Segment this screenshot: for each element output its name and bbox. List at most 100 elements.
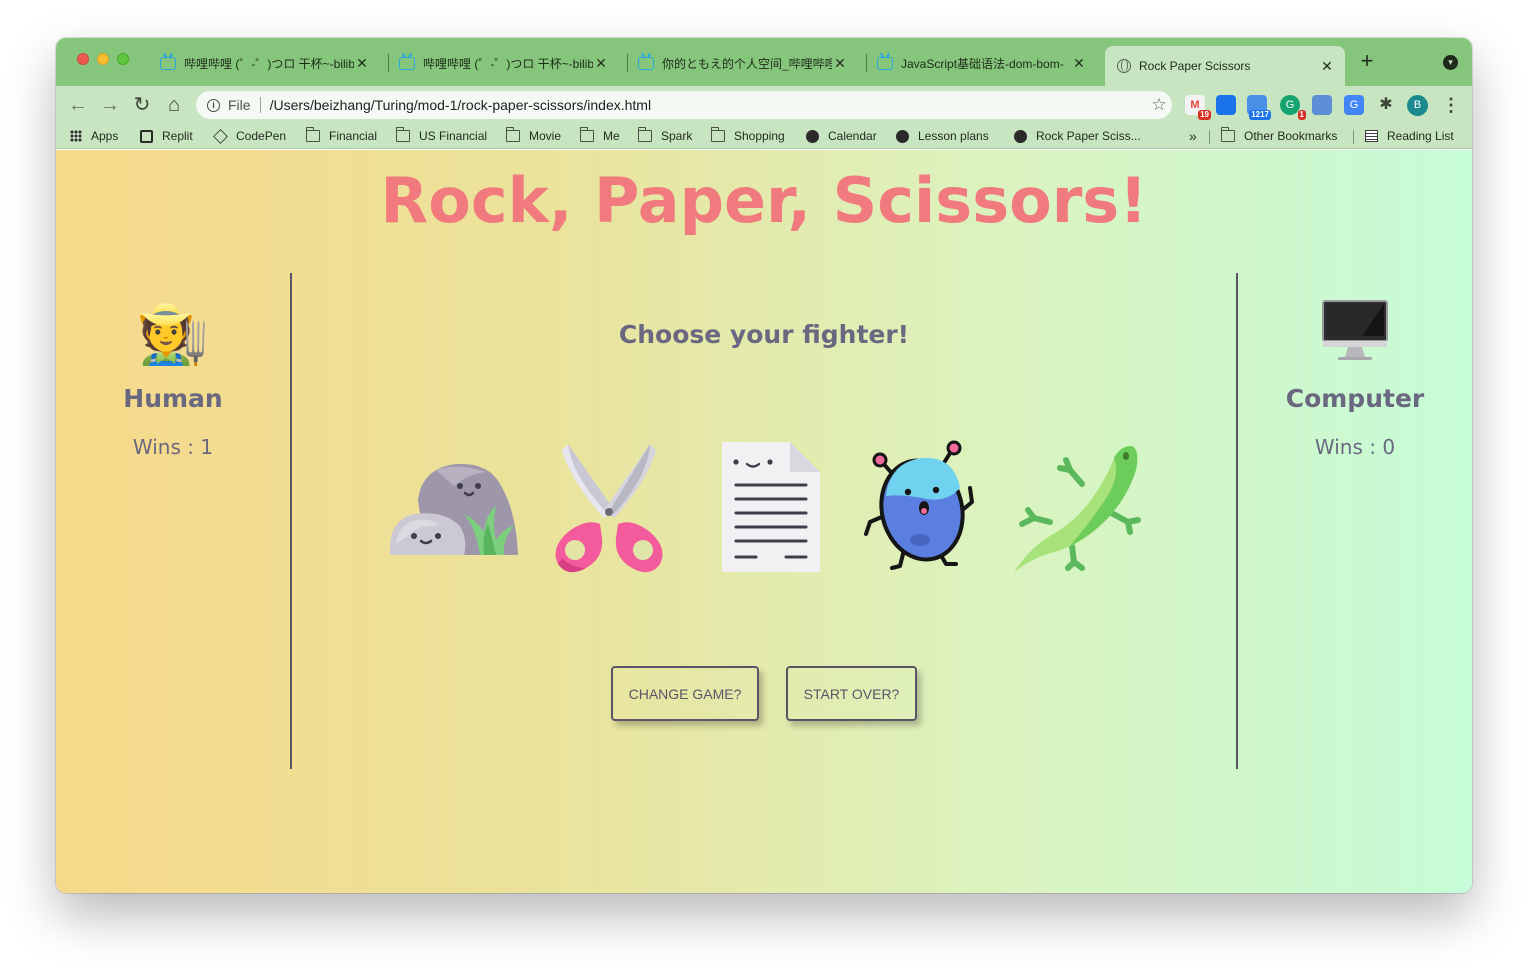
globe-icon [1117, 59, 1131, 73]
bookmark-separator [1353, 130, 1354, 144]
minimize-window-button[interactable] [97, 53, 109, 65]
tab-rock-paper-scissors[interactable]: Rock Paper Scissors ✕ [1105, 46, 1345, 86]
address-separator [259, 97, 261, 113]
lesson-plans-site-icon [896, 129, 909, 143]
bookmark-lesson-plans[interactable]: Lesson plans [896, 127, 989, 145]
bookmark-apps[interactable]: Apps [70, 127, 118, 145]
reload-button[interactable]: ↻ [130, 93, 154, 117]
back-button[interactable]: ← [66, 93, 90, 117]
folder-icon [1221, 127, 1235, 142]
bookmark-label: Shopping [734, 129, 785, 143]
tab-title: JavaScript基础语法-dom-bom- [901, 56, 1064, 71]
tab-search-icon[interactable]: ▾ [1443, 55, 1458, 70]
replit-icon [140, 129, 153, 143]
forward-button[interactable]: → [98, 93, 122, 117]
reading-list[interactable]: Reading List [1365, 127, 1454, 145]
paper-fighter-icon[interactable] [702, 440, 837, 575]
bilibili-icon [877, 56, 893, 70]
home-button[interactable]: ⌂ [162, 93, 186, 117]
profile-avatar[interactable]: B [1407, 95, 1428, 116]
bookmark-label: Financial [329, 129, 378, 143]
bookmark-star-icon[interactable]: ☆ [1146, 95, 1172, 115]
browser-window: 哔哩哔哩 (゜-゜)つロ 干杯~-bilibili ✕ 哔哩哔哩 (゜-゜)つロ… [56, 38, 1472, 893]
bookmark-rock-paper-scissors[interactable]: Rock Paper Sciss... [1014, 127, 1141, 145]
image-extension-icon[interactable] [1312, 95, 1332, 115]
info-icon[interactable]: i [207, 98, 220, 112]
human-wins: Wins : 1 [132, 435, 214, 459]
browser-menu-icon[interactable]: ⋮ [1442, 94, 1460, 116]
tab-bilibili-1[interactable]: 哔哩哔哩 (゜-゜)つロ 干杯~-bilibili ✕ [148, 46, 380, 80]
folder-icon [638, 127, 652, 142]
bookmark-label: US Financial [419, 129, 488, 143]
bookmark-movie[interactable]: Movie [506, 127, 561, 145]
rps-site-icon [1014, 129, 1027, 143]
close-icon[interactable]: ✕ [593, 55, 609, 72]
rock-fighter-icon[interactable] [388, 440, 523, 575]
close-icon[interactable]: ✕ [832, 55, 848, 72]
scissors-fighter-icon[interactable] [542, 440, 677, 575]
puzzle-extension-icon[interactable]: ✱ [1376, 95, 1396, 115]
tab-javascript[interactable]: JavaScript基础语法-dom-bom- ✕ [865, 46, 1097, 80]
bookmark-spark[interactable]: Spark [638, 127, 692, 145]
bookmark-us-financial[interactable]: US Financial [396, 127, 487, 145]
url-scheme: File [228, 97, 251, 113]
folder-icon [711, 127, 725, 142]
tab-title: 哔哩哔哩 (゜-゜)つロ 干杯~-bilibili [423, 56, 593, 71]
page-title: Rock, Paper, Scissors! [380, 164, 1148, 237]
change-game-button[interactable]: CHANGE GAME? [611, 666, 759, 721]
bookmark-replit[interactable]: Replit [140, 127, 193, 145]
tab-strip: 哔哩哔哩 (゜-゜)つロ 干杯~-bilibili ✕ 哔哩哔哩 (゜-゜)つロ… [56, 38, 1472, 86]
translate-extension-icon[interactable]: G [1344, 95, 1364, 115]
close-icon[interactable]: ✕ [1071, 55, 1087, 72]
bookmark-label: Reading List [1387, 129, 1454, 143]
bookmarks-bar: Apps Replit CodePen Financial US Financi… [56, 124, 1472, 149]
bookmark-label: Replit [162, 129, 193, 143]
close-icon[interactable]: ✕ [1319, 58, 1335, 75]
bookmark-label: Calendar [828, 129, 877, 143]
alien-fighter-icon[interactable] [856, 440, 991, 575]
bookmarks-overflow-button[interactable]: » [1189, 127, 1197, 145]
bookmark-separator [1209, 130, 1210, 144]
bilibili-icon [399, 56, 415, 70]
bookmark-label: Other Bookmarks [1244, 129, 1338, 143]
folder-icon [396, 127, 410, 142]
tab-title: 你的ともえ的个人空间_哔哩哔哩 [662, 56, 832, 71]
maximize-window-button[interactable] [117, 53, 129, 65]
tab-bilibili-2[interactable]: 哔哩哔哩 (゜-゜)つロ 干杯~-bilibili ✕ [387, 46, 619, 80]
bookmark-me[interactable]: Me [580, 127, 620, 145]
gmail-extension-icon[interactable]: M 19 [1185, 95, 1211, 120]
grammarly-extension-icon[interactable]: G1 [1280, 95, 1306, 120]
reading-list-icon [1365, 130, 1378, 142]
calendar-extension-icon[interactable] [1216, 95, 1236, 115]
codepen-icon [213, 128, 228, 144]
human-name: Human [123, 384, 223, 413]
bookmark-calendar[interactable]: Calendar [806, 127, 877, 145]
bilibili-icon [160, 56, 176, 70]
bookmark-codepen[interactable]: CodePen [213, 127, 287, 145]
url-text[interactable]: /Users/beizhang/Turing/mod-1/rock-paper-… [270, 97, 1146, 113]
bookmark-label: Rock Paper Sciss... [1036, 129, 1141, 143]
new-tab-button[interactable]: + [1356, 50, 1378, 73]
start-over-button[interactable]: START OVER? [786, 666, 917, 721]
other-bookmarks[interactable]: Other Bookmarks [1221, 127, 1337, 145]
tab-bilibili-space[interactable]: 你的ともえ的个人空间_哔哩哔哩 ✕ [626, 46, 858, 80]
bookmark-financial[interactable]: Financial [306, 127, 377, 145]
tab-title: 哔哩哔哩 (゜-゜)つロ 干杯~-bilibili [184, 56, 354, 71]
counter-extension-icon[interactable]: 1217 [1247, 95, 1271, 120]
browser-toolbar: ← → ↻ ⌂ i File /Users/beizhang/Turing/mo… [56, 86, 1472, 124]
address-bar[interactable]: i File /Users/beizhang/Turing/mod-1/rock… [196, 91, 1172, 119]
bookmark-label: Apps [91, 129, 119, 143]
bookmark-label: Spark [661, 129, 693, 143]
bookmark-label: CodePen [236, 129, 287, 143]
apps-icon [70, 130, 82, 142]
folder-icon [306, 127, 320, 142]
bilibili-icon [638, 56, 654, 70]
bookmark-shopping[interactable]: Shopping [711, 127, 785, 145]
close-window-button[interactable] [77, 53, 89, 65]
close-icon[interactable]: ✕ [354, 55, 370, 72]
calendar-site-icon [806, 129, 819, 143]
lizard-fighter-icon[interactable] [1010, 440, 1145, 575]
computer-wins: Wins : 0 [1314, 435, 1396, 459]
bookmark-label: Me [603, 129, 620, 143]
computer-name: Computer [1285, 384, 1425, 413]
